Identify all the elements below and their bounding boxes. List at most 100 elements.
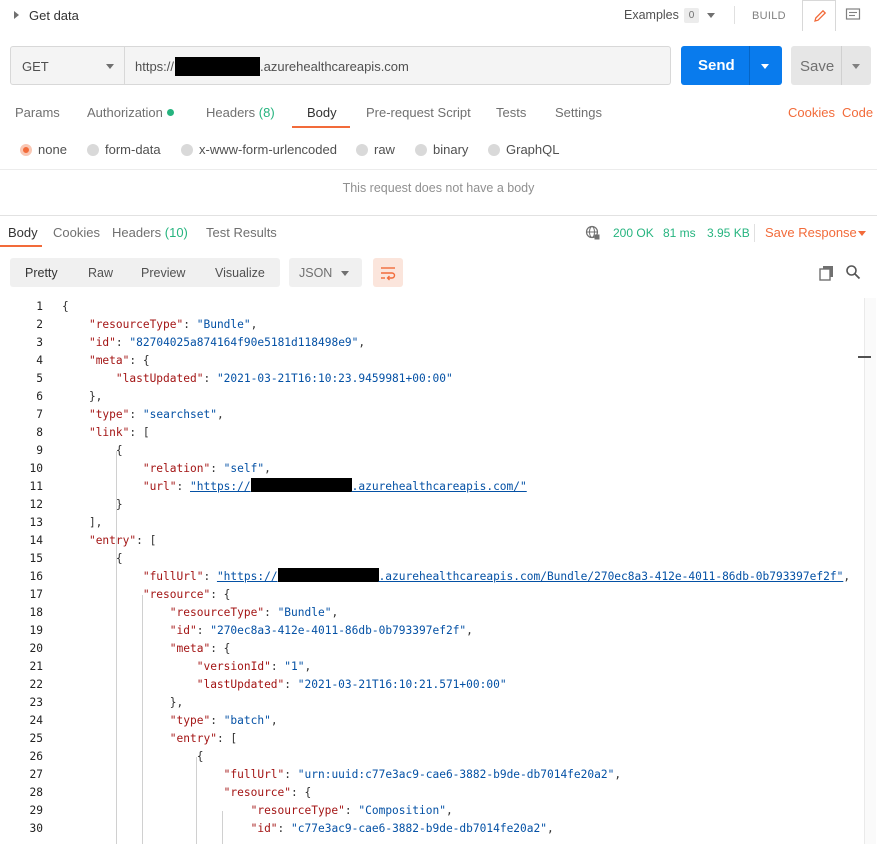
request-name[interactable]: Get data <box>29 8 79 23</box>
collapse-arrow-icon[interactable] <box>14 11 19 19</box>
url-input[interactable]: https:// .azurehealthcareapis.com <box>125 46 671 85</box>
request-url-row: GET https:// .azurehealthcareapis.com Se… <box>0 46 877 86</box>
chevron-down-icon[interactable] <box>761 64 769 69</box>
tab-tests[interactable]: Tests <box>496 105 526 120</box>
divider <box>841 46 842 85</box>
response-time[interactable]: 81 ms <box>663 226 696 240</box>
code-text: }, <box>62 390 103 403</box>
view-visualize[interactable]: Visualize <box>215 266 265 280</box>
cookies-link[interactable]: Cookies <box>788 105 835 120</box>
body-type-radios: none form-data x-www-form-urlencoded raw… <box>0 140 877 162</box>
tab-headers[interactable]: Headers (8) <box>206 105 275 120</box>
json-key: "resource" <box>223 786 292 799</box>
code-link[interactable]: Code <box>842 105 873 120</box>
radio-form-data[interactable] <box>87 144 99 156</box>
line-number: 5 <box>36 372 43 385</box>
status-code[interactable]: 200 OK <box>613 226 654 240</box>
json-value: "searchset" <box>142 408 217 421</box>
chevron-down-icon[interactable] <box>707 13 715 18</box>
active-tab-indicator <box>0 245 42 247</box>
radio-label[interactable]: none <box>38 142 67 157</box>
wrap-lines-button[interactable] <box>373 258 403 287</box>
json-key: "link" <box>88 426 130 439</box>
examples-dropdown[interactable]: Examples <box>624 8 679 22</box>
radio-label[interactable]: GraphQL <box>506 142 559 157</box>
json-key: "lastUpdated" <box>115 372 204 385</box>
search-icon[interactable] <box>845 264 861 280</box>
radio-x-www-form-urlencoded[interactable] <box>181 144 193 156</box>
json-key: "id" <box>88 336 116 349</box>
json-value: "urn:uuid:c77e3ac9-cae6-3882-b9de-db7014… <box>297 768 615 781</box>
active-tab-indicator <box>292 126 350 128</box>
json-key: "url" <box>142 480 177 493</box>
json-value: "82704025a874164f90e5181d118498e9" <box>129 336 359 349</box>
json-key: "resource" <box>142 588 211 601</box>
line-number: 28 <box>29 786 43 799</box>
method-select[interactable]: GET <box>10 46 125 85</box>
divider <box>749 46 750 85</box>
tab-label: Authorization <box>87 105 163 120</box>
radio-graphql[interactable] <box>488 144 500 156</box>
json-value: "270ec8a3-412e-4011-86db-0b793397ef2f" <box>210 624 467 637</box>
json-value: "c77e3ac9-cae6-3882-b9de-db7014fe20a2" <box>291 822 547 835</box>
code-line: 26 { <box>0 748 870 766</box>
response-view-bar: Pretty Raw Preview Visualize JSON <box>0 258 877 288</box>
json-key: "type" <box>169 714 211 727</box>
divider <box>754 224 755 242</box>
response-tab-headers[interactable]: Headers (10) <box>112 225 188 240</box>
view-pretty[interactable]: Pretty <box>25 266 58 280</box>
response-tab-cookies[interactable]: Cookies <box>53 225 100 240</box>
code-text: } <box>62 498 123 511</box>
view-raw[interactable]: Raw <box>88 266 113 280</box>
divider <box>0 169 877 170</box>
send-button-label: Send <box>698 57 735 74</box>
divider <box>0 215 877 216</box>
tab-pre-request-script[interactable]: Pre-request Script <box>366 105 471 120</box>
json-value: "batch" <box>223 714 271 727</box>
edit-button[interactable] <box>802 0 836 31</box>
radio-raw[interactable] <box>356 144 368 156</box>
tab-settings[interactable]: Settings <box>555 105 602 120</box>
response-size[interactable]: 3.95 KB <box>707 226 750 240</box>
line-number: 26 <box>29 750 43 763</box>
radio-label[interactable]: x-www-form-urlencoded <box>199 142 337 157</box>
code-line: 28 "resource": { <box>0 784 870 802</box>
code-text: "meta": { <box>169 642 231 655</box>
radio-binary[interactable] <box>415 144 427 156</box>
json-value: "2021-03-21T16:10:21.571+00:00" <box>297 678 507 691</box>
line-number: 12 <box>29 498 43 511</box>
globe-icon[interactable] <box>585 225 601 241</box>
copy-icon[interactable] <box>819 265 835 281</box>
save-response-button[interactable]: Save Response <box>765 225 857 240</box>
response-tab-body[interactable]: Body <box>8 225 38 240</box>
json-url-value[interactable]: "https:// .azurehealthcareapis.com/" <box>190 478 527 493</box>
code-line: 7 "type": "searchset", <box>0 406 870 424</box>
tab-authorization[interactable]: Authorization <box>87 105 174 120</box>
code-line: 3 "id": "82704025a874164f90e5181d118498e… <box>0 334 870 352</box>
url-suffix: .azurehealthcareapis.com/" <box>351 480 527 493</box>
chevron-down-icon[interactable] <box>858 231 866 236</box>
code-line: 29 "resourceType": "Composition", <box>0 802 870 820</box>
view-preview[interactable]: Preview <box>141 266 185 280</box>
line-number: 2 <box>36 318 43 331</box>
editor-scrollbar[interactable] <box>864 298 876 844</box>
save-button[interactable]: Save <box>791 46 871 85</box>
radio-label[interactable]: form-data <box>105 142 161 157</box>
code-text: "lastUpdated": "2021-03-21T16:10:23.9459… <box>115 372 453 385</box>
radio-label[interactable]: raw <box>374 142 395 157</box>
radio-label[interactable]: binary <box>433 142 468 157</box>
build-mode-label[interactable]: BUILD <box>752 10 786 22</box>
response-tab-test-results[interactable]: Test Results <box>206 225 277 240</box>
send-button[interactable]: Send <box>681 46 782 85</box>
comments-button[interactable] <box>836 0 870 31</box>
chevron-down-icon[interactable] <box>852 64 860 69</box>
radio-none[interactable] <box>20 144 32 156</box>
code-line: 27 "fullUrl": "urn:uuid:c77e3ac9-cae6-38… <box>0 766 870 784</box>
response-body-editor[interactable]: 1{ 2 "resourceType": "Bundle", 3 "id": "… <box>0 298 877 844</box>
tab-body[interactable]: Body <box>307 105 337 120</box>
format-select[interactable]: JSON <box>289 258 362 287</box>
code-line: 23 }, <box>0 694 870 712</box>
wrap-lines-icon <box>381 267 396 281</box>
tab-params[interactable]: Params <box>15 105 60 120</box>
json-url-value[interactable]: "https:// .azurehealthcareapis.com/Bundle… <box>217 568 843 583</box>
